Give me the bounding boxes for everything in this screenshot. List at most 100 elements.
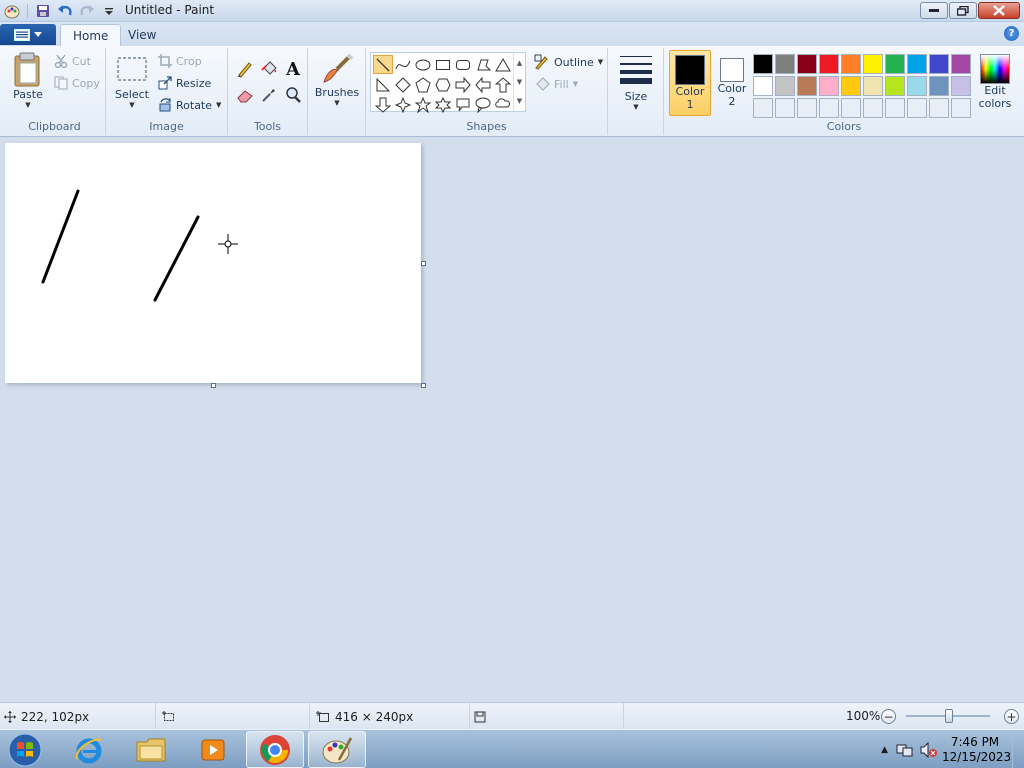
left-arrow-shape-icon[interactable] bbox=[473, 75, 493, 94]
triangle-shape-icon[interactable] bbox=[493, 55, 513, 74]
palette-color-swatch[interactable] bbox=[929, 76, 949, 96]
palette-color-swatch[interactable] bbox=[863, 54, 883, 74]
palette-color-swatch[interactable] bbox=[797, 98, 817, 118]
paste-button[interactable]: Paste ▼ bbox=[6, 52, 50, 109]
help-icon[interactable]: ? bbox=[1004, 26, 1019, 41]
rounded-callout-shape-icon[interactable] bbox=[453, 95, 473, 114]
palette-color-swatch[interactable] bbox=[951, 54, 971, 74]
shapes-scrollbar[interactable]: ▲ ▼ ▼ bbox=[513, 53, 525, 111]
resize-button[interactable]: Resize bbox=[158, 76, 211, 90]
select-button[interactable]: Select ▼ bbox=[110, 56, 154, 109]
palette-color-swatch[interactable] bbox=[841, 76, 861, 96]
right-triangle-shape-icon[interactable] bbox=[373, 75, 393, 94]
palette-color-swatch[interactable] bbox=[951, 98, 971, 118]
text-tool-icon[interactable]: A bbox=[282, 58, 304, 80]
line-shape-icon[interactable] bbox=[373, 55, 393, 74]
copy-button[interactable]: Copy bbox=[54, 76, 100, 90]
palette-color-swatch[interactable] bbox=[819, 98, 839, 118]
five-point-star-shape-icon[interactable] bbox=[413, 95, 433, 114]
palette-color-swatch[interactable] bbox=[753, 54, 773, 74]
resize-handle-right[interactable] bbox=[421, 261, 426, 266]
up-arrow-shape-icon[interactable] bbox=[493, 75, 513, 94]
four-point-star-shape-icon[interactable] bbox=[393, 95, 413, 114]
pencil-icon[interactable] bbox=[234, 58, 256, 80]
size-button[interactable]: Size ▼ bbox=[614, 54, 658, 111]
rounded-rectangle-shape-icon[interactable] bbox=[453, 55, 473, 74]
palette-color-swatch[interactable] bbox=[841, 98, 861, 118]
taskbar-media-player[interactable] bbox=[184, 731, 242, 768]
palette-color-swatch[interactable] bbox=[775, 54, 795, 74]
palette-color-swatch[interactable] bbox=[841, 54, 861, 74]
fill-button[interactable]: Fill ▼ bbox=[534, 76, 578, 92]
taskbar-chrome[interactable] bbox=[246, 731, 304, 768]
network-icon[interactable] bbox=[896, 742, 914, 758]
volume-muted-icon[interactable] bbox=[920, 741, 938, 758]
redo-icon[interactable] bbox=[77, 2, 97, 20]
palette-color-swatch[interactable] bbox=[775, 98, 795, 118]
gallery-expand-icon[interactable]: ▼ bbox=[517, 97, 522, 105]
restore-button[interactable] bbox=[949, 2, 977, 19]
color-2-button[interactable]: Color 2 bbox=[713, 50, 751, 116]
cut-button[interactable]: Cut bbox=[54, 54, 91, 68]
eraser-icon[interactable] bbox=[234, 84, 256, 106]
resize-handle-corner[interactable] bbox=[421, 383, 426, 388]
palette-color-swatch[interactable] bbox=[885, 76, 905, 96]
zoom-out-button[interactable]: − bbox=[881, 709, 896, 724]
polygon-shape-icon[interactable] bbox=[473, 55, 493, 74]
palette-color-swatch[interactable] bbox=[863, 98, 883, 118]
start-button[interactable] bbox=[4, 731, 46, 768]
curve-shape-icon[interactable] bbox=[393, 55, 413, 74]
taskbar-file-explorer[interactable] bbox=[122, 731, 180, 768]
taskbar-internet-explorer[interactable] bbox=[60, 731, 118, 768]
crop-button[interactable]: Crop bbox=[158, 54, 202, 68]
magnifier-icon[interactable] bbox=[282, 84, 304, 106]
diamond-shape-icon[interactable] bbox=[393, 75, 413, 94]
zoom-slider-thumb[interactable] bbox=[945, 709, 953, 723]
tab-view[interactable]: View bbox=[116, 24, 168, 46]
brushes-button[interactable]: Brushes ▼ bbox=[314, 52, 360, 107]
paint-menu-button[interactable] bbox=[0, 24, 56, 45]
edit-colors-button[interactable]: Edit colors bbox=[974, 50, 1016, 116]
canvas-workspace[interactable] bbox=[0, 137, 1024, 702]
palette-color-swatch[interactable] bbox=[753, 98, 773, 118]
pentagon-shape-icon[interactable] bbox=[413, 75, 433, 94]
outline-button[interactable]: Outline ▼ bbox=[534, 54, 603, 70]
show-hidden-icons-icon[interactable]: ▲ bbox=[881, 745, 888, 755]
palette-color-swatch[interactable] bbox=[907, 98, 927, 118]
right-arrow-shape-icon[interactable] bbox=[453, 75, 473, 94]
paint-app-icon[interactable] bbox=[2, 2, 22, 20]
oval-shape-icon[interactable] bbox=[413, 55, 433, 74]
close-button[interactable] bbox=[978, 2, 1020, 19]
drawing-canvas[interactable] bbox=[5, 143, 421, 383]
zoom-in-button[interactable]: + bbox=[1004, 709, 1019, 724]
palette-color-swatch[interactable] bbox=[753, 76, 773, 96]
palette-color-swatch[interactable] bbox=[907, 54, 927, 74]
tab-home[interactable]: Home bbox=[60, 24, 122, 46]
show-desktop-button[interactable] bbox=[1012, 730, 1024, 768]
palette-color-swatch[interactable] bbox=[929, 98, 949, 118]
palette-color-swatch[interactable] bbox=[951, 76, 971, 96]
scroll-up-icon[interactable]: ▲ bbox=[517, 59, 522, 67]
resize-handle-bottom[interactable] bbox=[211, 383, 216, 388]
palette-color-swatch[interactable] bbox=[863, 76, 883, 96]
palette-color-swatch[interactable] bbox=[819, 76, 839, 96]
undo-icon[interactable] bbox=[55, 2, 75, 20]
color-picker-icon[interactable] bbox=[258, 84, 280, 106]
minimize-button[interactable] bbox=[920, 2, 948, 19]
color-1-button[interactable]: Color 1 bbox=[669, 50, 711, 116]
customize-qat-icon[interactable] bbox=[99, 2, 119, 20]
scroll-down-icon[interactable]: ▼ bbox=[517, 78, 522, 86]
taskbar-paint[interactable] bbox=[308, 731, 366, 768]
rotate-button[interactable]: Rotate ▼ bbox=[158, 98, 221, 112]
palette-color-swatch[interactable] bbox=[819, 54, 839, 74]
hexagon-shape-icon[interactable] bbox=[433, 75, 453, 94]
palette-color-swatch[interactable] bbox=[797, 54, 817, 74]
cloud-callout-shape-icon[interactable] bbox=[493, 95, 513, 114]
clock[interactable]: 7:46 PM 12/15/2023 bbox=[942, 735, 1011, 765]
palette-color-swatch[interactable] bbox=[929, 54, 949, 74]
palette-color-swatch[interactable] bbox=[885, 98, 905, 118]
save-icon[interactable] bbox=[33, 2, 53, 20]
six-point-star-shape-icon[interactable] bbox=[433, 95, 453, 114]
palette-color-swatch[interactable] bbox=[885, 54, 905, 74]
oval-callout-shape-icon[interactable] bbox=[473, 95, 493, 114]
